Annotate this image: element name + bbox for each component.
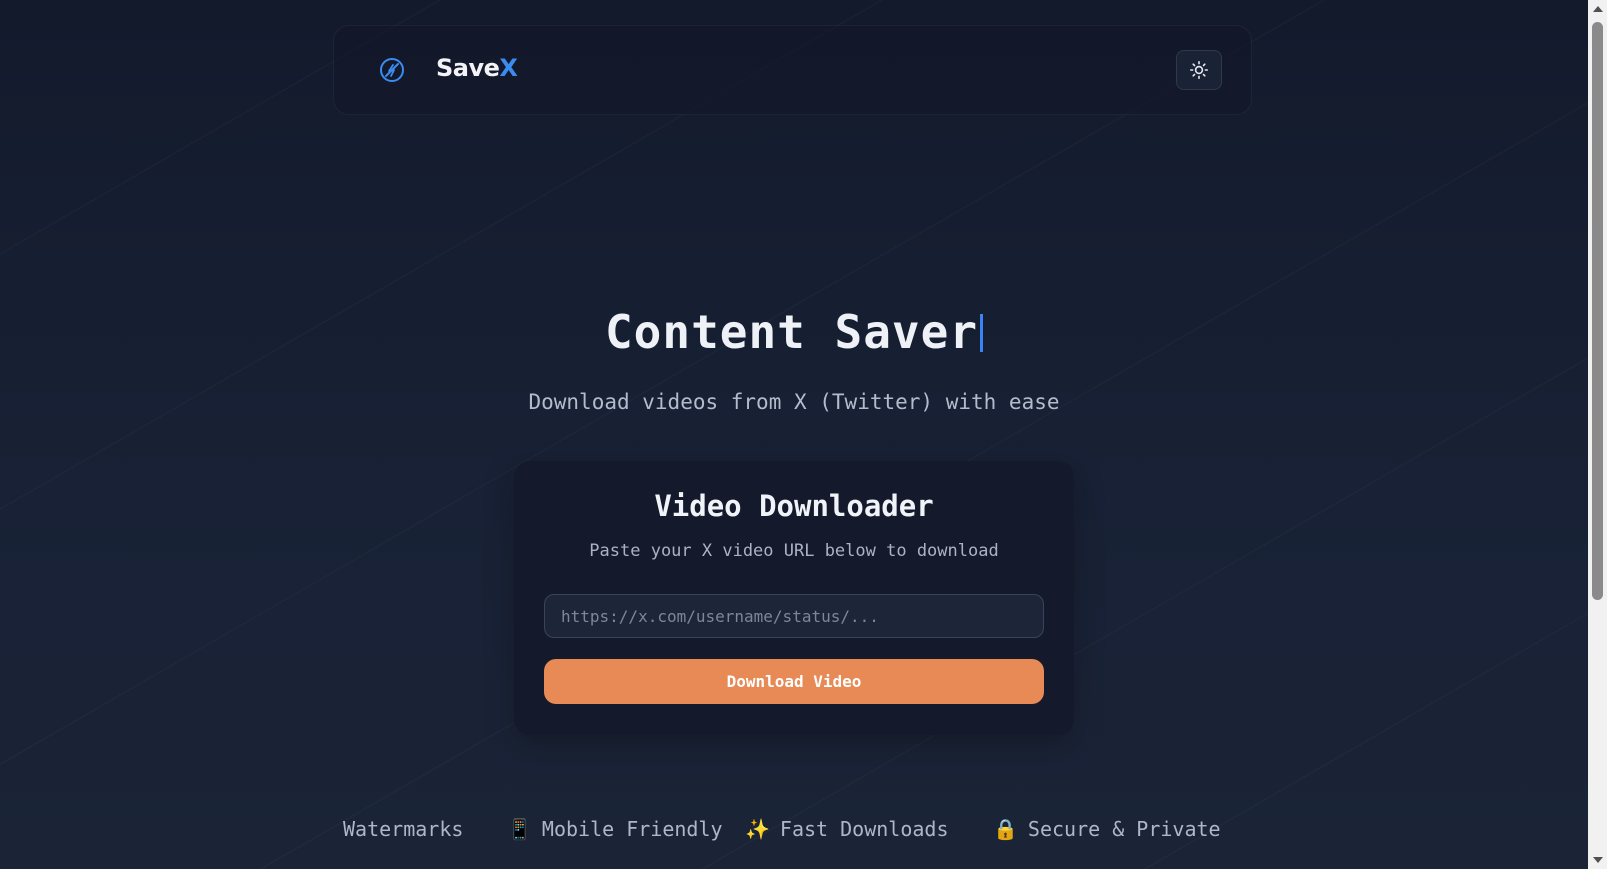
- hero-title-text: Content Saver: [604, 305, 979, 359]
- brand-logo-text[interactable]: SaveX: [436, 54, 518, 82]
- url-input[interactable]: [544, 594, 1044, 638]
- feature-item-mobile-friendly: 📱 Mobile Friendly: [507, 817, 723, 841]
- brand-name: Save: [436, 54, 500, 82]
- feature-label: Mobile Friendly: [541, 817, 723, 841]
- hero-title: Content Saver: [0, 305, 1588, 359]
- scroll-up-arrow-icon[interactable]: [1588, 0, 1607, 17]
- theme-toggle-button[interactable]: [1176, 50, 1222, 90]
- feature-label: Watermarks: [343, 817, 464, 841]
- feature-item-watermarks: Watermarks: [343, 817, 463, 841]
- mobile-phone-icon: 📱: [507, 817, 532, 841]
- feature-list: Watermarks 📱 Mobile Friendly ✨ Fast Downlo…: [343, 817, 1243, 847]
- brand-accent: X: [499, 54, 518, 82]
- feature-label: Fast Downloads: [779, 817, 949, 841]
- top-nav: SaveX: [333, 25, 1252, 115]
- feature-item-fast-downloads: ✨ Fast Downloads: [745, 817, 948, 841]
- card-title: Video Downloader: [654, 489, 934, 523]
- card-subtitle: Paste your X video URL below to download: [589, 541, 999, 561]
- scroll-down-arrow-icon[interactable]: [1588, 852, 1607, 869]
- sparkles-icon: ✨: [745, 817, 770, 841]
- scrollbar-thumb[interactable]: [1592, 22, 1603, 600]
- feature-item-secure-private: 🔒 Secure & Private: [993, 817, 1221, 841]
- downloader-card: Video Downloader Paste your X video URL …: [514, 461, 1074, 735]
- sun-icon: [1189, 60, 1209, 80]
- feature-label: Secure & Private: [1027, 817, 1221, 841]
- lightning-circle-icon: [380, 58, 404, 82]
- download-video-button[interactable]: Download Video: [544, 659, 1044, 704]
- hero-subtitle: Download videos from X (Twitter) with ea…: [528, 390, 1060, 414]
- lock-icon: 🔒: [993, 817, 1018, 841]
- typing-caret: [980, 314, 984, 352]
- page-scrollbar[interactable]: [1588, 0, 1607, 869]
